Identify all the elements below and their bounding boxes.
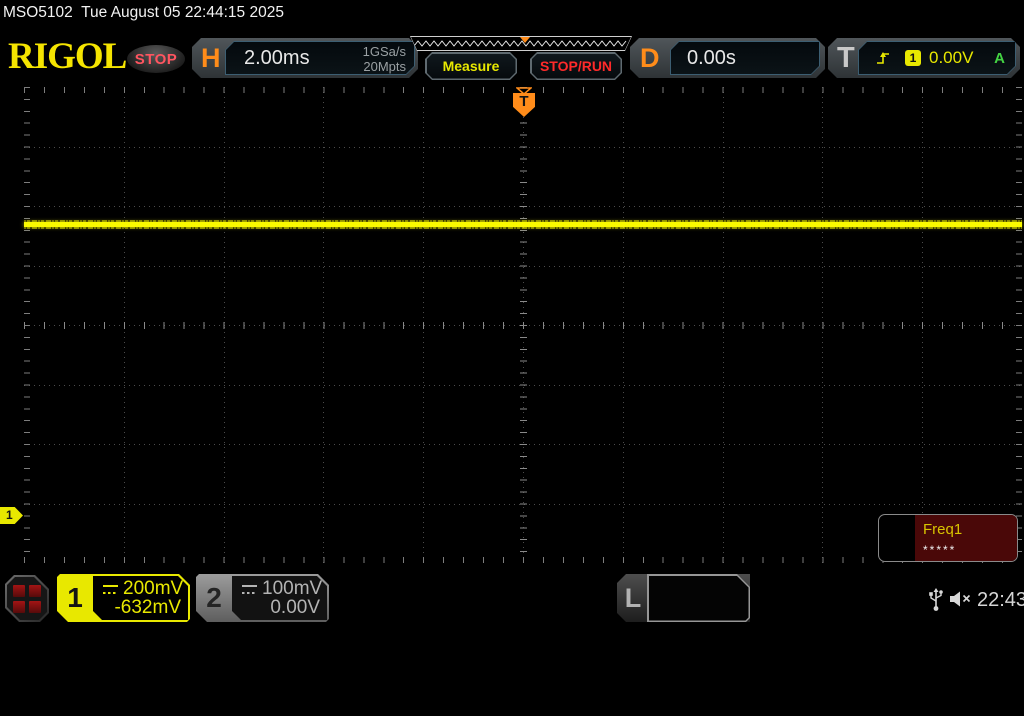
measurement-value: ***** [923,543,956,557]
channel1-ground-marker[interactable]: 1 [0,507,23,524]
horizontal-timebase-panel[interactable]: H 2.00ms 1GSa/s 20Mpts [192,38,418,78]
graticule: T [24,87,1022,563]
delay-box: 0.00s [670,41,820,75]
logic-label: L [617,574,649,622]
channel1-number: 1 [57,574,93,622]
menu-grid-icon [7,577,47,620]
trigger-source-badge: 1 [905,50,921,66]
dc-coupling-icon [242,585,257,594]
channel2-status-panel[interactable]: 2 100mV 0.00V [196,574,329,622]
edge-trigger-icon [875,50,893,66]
overview-trigger-position-icon [520,37,530,43]
center-vertical-axis-ticks [520,87,527,563]
sample-rate: 1GSa/s [363,44,406,59]
clock: 22:43 [977,589,1024,612]
channel1-offset: -632mV [114,597,181,619]
channel1-status-panel[interactable]: 1 200mV -632mV [57,574,190,622]
trigger-position-marker[interactable]: T [513,93,535,117]
timebase-box: 2.00ms 1GSa/s 20Mpts [225,41,415,75]
horizontal-label: H [201,38,221,78]
dc-coupling-icon [103,585,118,594]
usb-icon [928,588,944,612]
channel2-offset: 0.00V [270,597,320,619]
delay-panel[interactable]: D 0.00s [630,38,825,78]
speaker-muted-icon [948,590,974,610]
memory-depth: 20Mpts [363,59,406,74]
channel1-trace [24,220,1022,229]
measure-button[interactable]: Measure [425,52,517,80]
acquisition-status-badge: STOP [127,45,185,73]
delay-label: D [640,38,660,78]
logic-channels-row1: 0 1 2 3 4 5 6 7 [649,618,749,632]
channel2-number: 2 [196,574,232,622]
logic-channels-row2: 8 9 10 11 12 13 14 15 [649,668,749,680]
trigger-sweep-mode: A [994,50,1005,67]
window-title: MSO5102 Tue August 05 22:44:15 2025 [3,4,284,22]
timebase-value: 2.00ms [244,47,310,70]
trigger-panel[interactable]: T 1 0.00V A [828,38,1020,78]
rigol-logo: RIGOL [8,38,123,78]
trigger-level-value: 0.00V [929,48,973,68]
trigger-box: 1 0.00V A [858,41,1016,75]
menu-button[interactable] [5,575,49,622]
logic-channels-panel[interactable]: L 0 1 2 3 4 5 6 7 8 9 10 11 12 13 14 15 [617,574,750,622]
stop-run-button[interactable]: STOP/RUN [530,52,622,80]
trigger-label: T [837,38,855,78]
measurement-freq1-panel[interactable]: Freq1 ***** [878,514,1018,562]
measurement-title: Freq1 [923,521,962,538]
delay-value: 0.00s [687,47,736,70]
